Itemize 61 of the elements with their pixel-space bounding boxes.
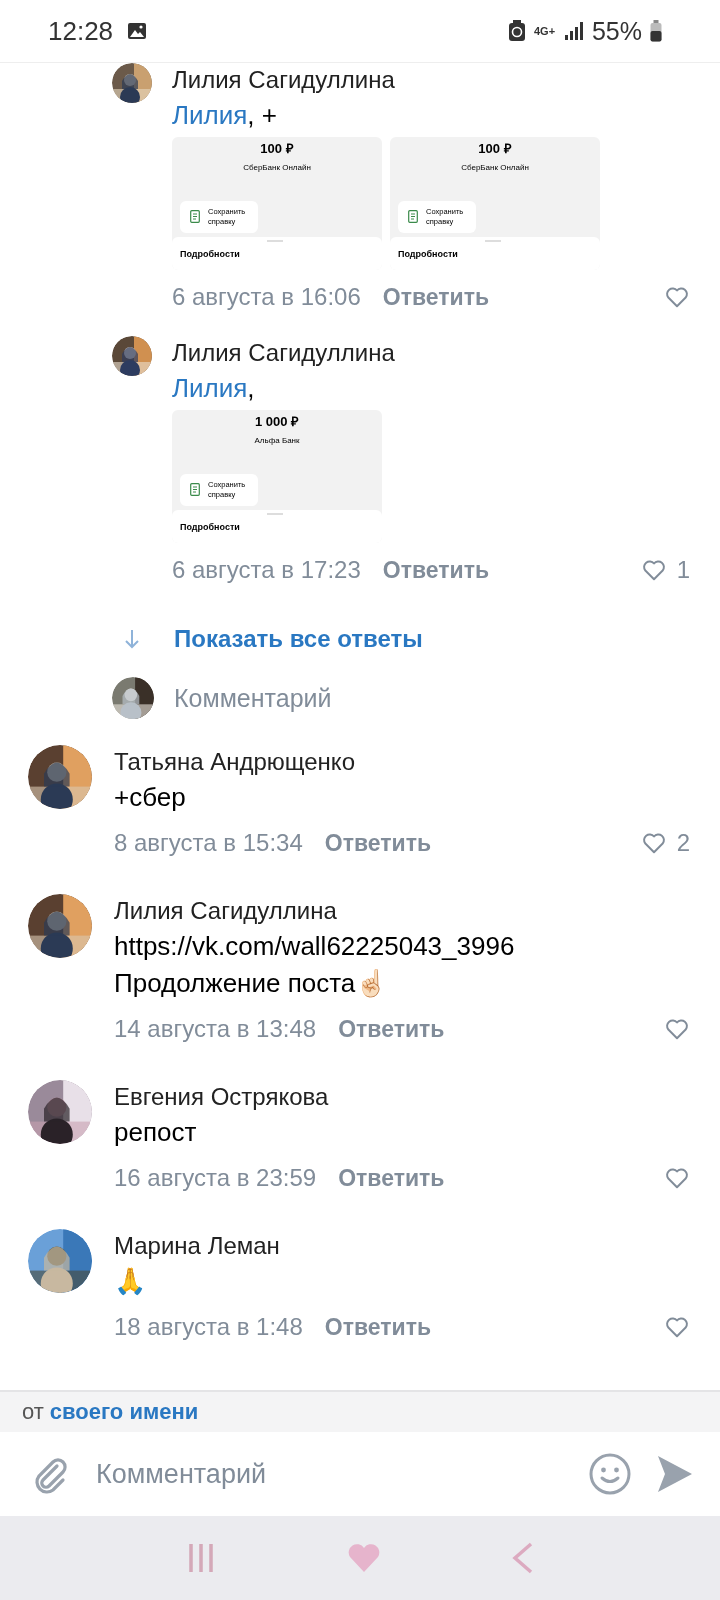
details-label: Подробности [180, 522, 240, 532]
heart-icon[interactable] [640, 557, 667, 583]
author-name[interactable]: Евгения Острякова [114, 1080, 690, 1114]
reply-link[interactable]: Ответить [338, 1164, 445, 1192]
heart-icon[interactable] [664, 284, 690, 310]
post-link[interactable]: https://vk.com/wall62225043_3996 [114, 928, 690, 965]
battery-percent: 55% [591, 16, 642, 46]
bank-name: СберБанк Онлайн [461, 163, 529, 172]
comment-input[interactable]: Комментарий [94, 1457, 564, 1491]
signal-icon [563, 21, 584, 41]
image-icon [127, 22, 148, 40]
comment-text: Продолжение поста☝🏻 [114, 967, 389, 1000]
amount: 100 ₽ [260, 140, 294, 157]
reply-link[interactable]: Ответить [382, 556, 490, 584]
bank-name: СберБанк Онлайн [243, 163, 311, 172]
comment-date: 8 августа в 15:34 [114, 829, 303, 857]
comment-date: 16 августа в 23:59 [114, 1164, 317, 1192]
heart-icon[interactable] [664, 1165, 690, 1191]
bank-name: Альфа Банк [254, 436, 300, 445]
comment-text: +сбер [114, 781, 187, 814]
reply-link[interactable]: Ответить [382, 283, 490, 311]
comment-text: , + [247, 100, 277, 130]
comment-date: 6 августа в 17:23 [172, 556, 361, 584]
reply-link[interactable]: Ответить [338, 1015, 445, 1043]
mention-link[interactable]: Лилия [172, 100, 248, 130]
heart-icon[interactable] [664, 1016, 690, 1042]
author-name[interactable]: Лилия Сагидуллина [172, 336, 690, 370]
show-all-replies-link[interactable]: Показать все ответы [124, 617, 423, 661]
comment-text: репост [114, 1116, 198, 1149]
author-name[interactable]: Марина Леман [114, 1229, 690, 1263]
sender-name-link[interactable]: своего имени [49, 1399, 199, 1425]
details-label: Подробности [180, 249, 240, 259]
reply-link[interactable]: Ответить [324, 829, 432, 857]
document-icon [408, 210, 418, 224]
mention-link[interactable]: Лилия [172, 373, 248, 403]
sender-prefix: от [22, 1399, 44, 1425]
comment-text: , [247, 373, 255, 403]
author-name[interactable]: Татьяна Андрющенко [114, 745, 690, 779]
details-label: Подробности [398, 249, 458, 259]
document-icon [190, 210, 200, 224]
clock: 12:28 [48, 15, 114, 47]
network-label: 4G+ [533, 25, 556, 37]
down-arrow-icon [124, 629, 140, 649]
send-icon[interactable] [656, 1454, 694, 1494]
smiley-icon[interactable] [588, 1452, 632, 1496]
reply-input[interactable]: Комментарий [174, 683, 332, 713]
like-count: 1 [676, 556, 690, 584]
heart-icon[interactable] [664, 1314, 690, 1340]
document-icon [190, 483, 200, 497]
like-count: 2 [676, 829, 690, 857]
heart-icon[interactable] [640, 830, 667, 856]
amount: 1 000 ₽ [254, 413, 300, 430]
comment-text: 🙏 [114, 1265, 147, 1298]
author-name[interactable]: Лилия Сагидуллина [114, 894, 690, 928]
comment-date: 18 августа в 1:48 [114, 1313, 303, 1341]
reply-link[interactable]: Ответить [324, 1313, 432, 1341]
author-name[interactable]: Лилия Сагидуллина [172, 63, 690, 97]
comment-date: 6 августа в 16:06 [172, 283, 361, 311]
battery-icon [650, 20, 662, 42]
comment-date: 14 августа в 13:48 [114, 1015, 317, 1043]
amount: 100 ₽ [478, 140, 512, 157]
